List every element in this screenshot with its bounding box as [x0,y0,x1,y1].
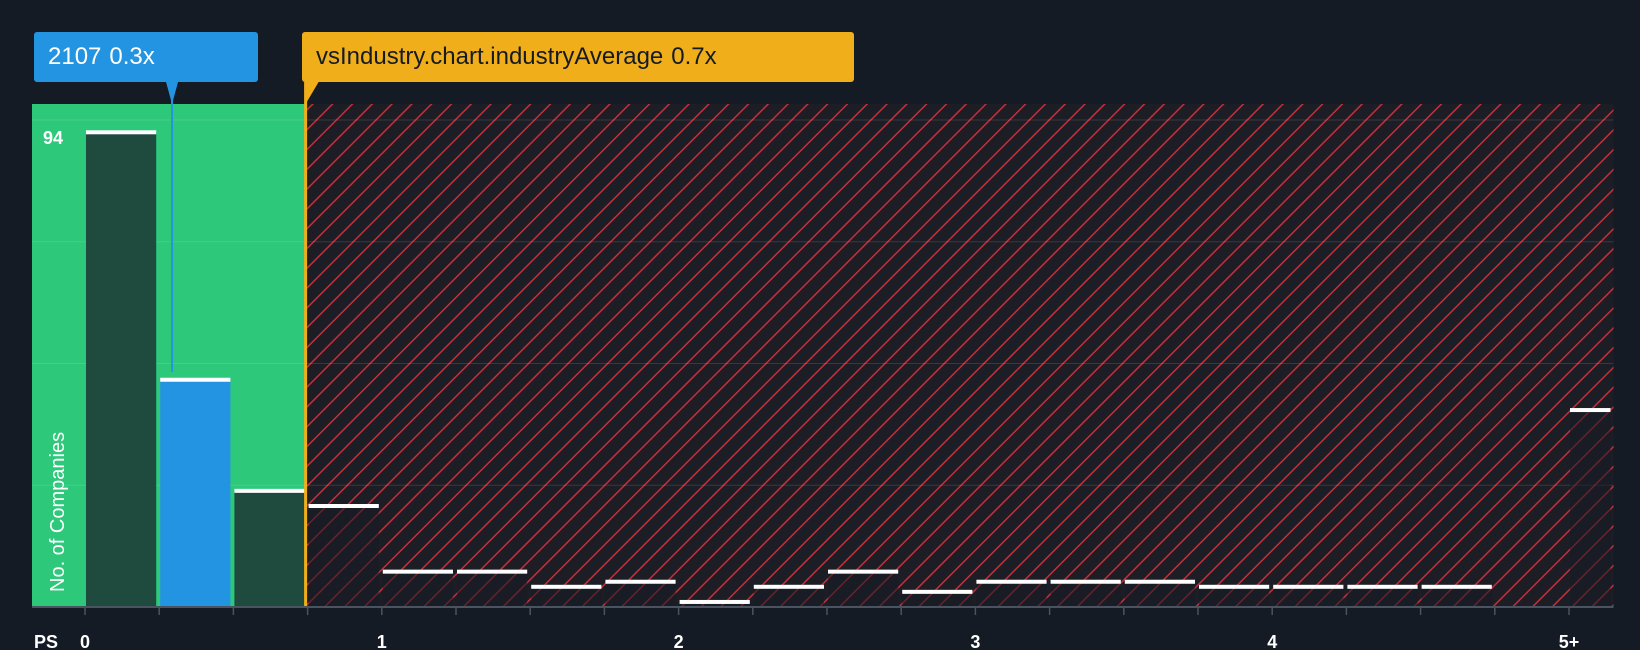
histogram-bar [382,571,453,607]
histogram-bar [234,490,305,607]
bar-cap [234,488,305,493]
company-ticker: 2107 [48,43,102,70]
histogram-bar [1124,581,1195,607]
x-tick-label: 5+ [1559,632,1580,650]
bar-cap [1124,579,1195,584]
bar-cap [531,584,602,589]
company-callout-pointer [166,82,179,104]
bar-cap [457,569,528,574]
histogram-bar [308,506,379,607]
chart-canvas: 0 1 2 3 4 5+ No. of Companies 94 PS [32,82,1614,650]
bar-cap [1050,579,1121,584]
bar-cap [1199,584,1270,589]
histogram-bar [1570,410,1611,607]
company-bin-bar [160,379,231,607]
histogram-bar [753,586,824,607]
histogram-bar [1421,586,1492,607]
bar-cap [976,579,1047,584]
bar-cap [1273,584,1344,589]
company-ps-callout: 2107 0.3x [34,32,258,82]
bar-cap [1421,584,1492,589]
industry-average-value: 0.7x [671,43,717,70]
x-tick-label: 2 [674,632,684,650]
histogram-bar [902,591,973,607]
histogram-bar [1347,586,1418,607]
histogram-bar [1199,586,1270,607]
bar-cap [308,504,379,508]
histogram-bar [976,581,1047,607]
bar-cap [902,589,973,594]
bar-cap [753,584,824,589]
x-tick-label: 4 [1267,632,1277,650]
y-max-tick-label: 94 [43,128,63,148]
bar-cap [382,569,453,574]
x-tick-label: 3 [970,632,980,650]
bar-cap [160,377,231,382]
histogram-bar [1273,586,1344,607]
bar-cap [679,599,750,604]
histogram-bar [1050,581,1121,607]
histogram-bar [457,571,528,607]
x-tick-label: 0 [80,632,90,650]
company-ps-value: 0.3x [109,43,155,70]
x-tick-label: 1 [377,632,387,650]
overvalued-zone [304,104,1614,607]
histogram-bar [828,571,899,607]
histogram-bar [531,586,602,607]
bar-cap [828,569,899,574]
bar-cap [1570,408,1611,413]
industry-callout-pointer [305,82,319,104]
bar-cap [86,130,157,135]
histogram-bar [605,581,676,607]
industry-average-callout: vsIndustry.chart.industryAverage 0.7x [302,32,854,82]
histogram-bar [86,132,157,608]
ps-distribution-chart: 0 1 2 3 4 5+ No. of Companies 94 PS 2107 0.3x … [0,0,1640,650]
y-axis-label: No. of Companies [47,432,69,592]
x-axis-label: PS [34,632,58,650]
industry-average-label: vsIndustry.chart.industryAverage [316,43,664,70]
bar-cap [1347,584,1418,589]
bar-cap [605,579,676,584]
